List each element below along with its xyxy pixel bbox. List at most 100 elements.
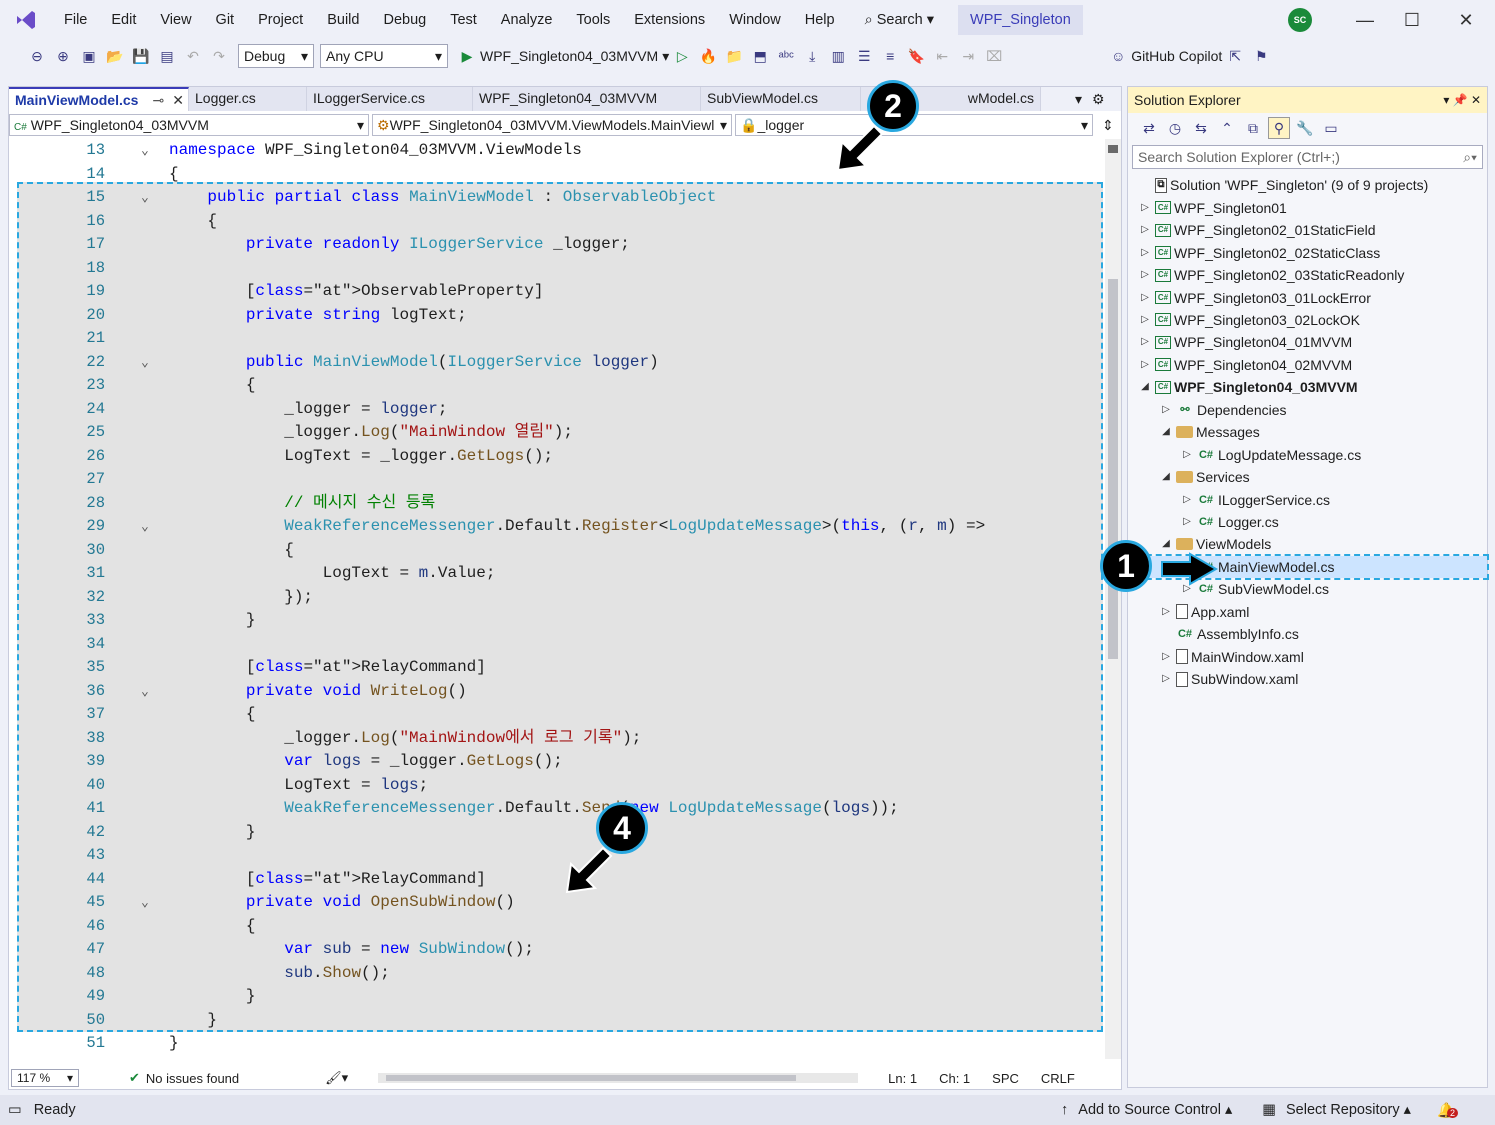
code-line[interactable]: 28 // 메시지 수신 등록 bbox=[9, 492, 1105, 516]
zoom-select[interactable]: 117 % ▾ bbox=[11, 1069, 79, 1087]
code-line[interactable]: 48 sub.Show(); bbox=[9, 962, 1105, 986]
settings-icon[interactable]: ⚙ bbox=[1092, 87, 1105, 111]
code-line[interactable]: 22 ⌄ public MainViewModel(ILoggerService … bbox=[9, 351, 1105, 375]
expand-arrow-icon[interactable]: ▷ bbox=[1180, 489, 1194, 511]
code-line[interactable]: 41 WeakReferenceMessenger.Default.Send(n… bbox=[9, 797, 1105, 821]
menu-item-edit[interactable]: Edit bbox=[99, 0, 148, 40]
tab-logger[interactable]: Logger.cs bbox=[189, 87, 307, 111]
code-line[interactable]: 29 ⌄ WeakReferenceMessenger.Default.Regis… bbox=[9, 515, 1105, 539]
select-repository-button[interactable]: Select Repository bbox=[1286, 1102, 1400, 1118]
code-line[interactable]: 20 private string logText; bbox=[9, 304, 1105, 328]
share-icon[interactable]: ⇱ bbox=[1224, 45, 1246, 67]
solution-tree-item[interactable]: ▷ SubWindow.xaml bbox=[1128, 668, 1487, 691]
project-dropdown[interactable]: C# WPF_Singleton04_03MVVM ▾ bbox=[9, 114, 369, 136]
fold-chevron-icon[interactable]: ⌄ bbox=[141, 351, 149, 375]
expand-arrow-icon[interactable]: ◢ bbox=[1159, 421, 1173, 443]
horizontal-scrollbar[interactable] bbox=[378, 1073, 859, 1083]
split-icon[interactable]: ⇕ bbox=[1102, 117, 1114, 134]
start-without-debug-icon[interactable]: ▷ bbox=[671, 45, 693, 67]
expand-arrow-icon[interactable]: ▷ bbox=[1138, 354, 1152, 376]
expand-arrow-icon[interactable]: ▷ bbox=[1180, 511, 1194, 533]
solution-tree-item[interactable]: ⧉ Solution 'WPF_Singleton' (9 of 9 projec… bbox=[1128, 174, 1487, 197]
code-line[interactable]: 31 LogText = m.Value; bbox=[9, 562, 1105, 586]
code-line[interactable]: 47 var sub = new SubWindow(); bbox=[9, 938, 1105, 962]
tab-subviewmodel[interactable]: SubViewModel.cs bbox=[701, 87, 861, 111]
configuration-select[interactable]: Debug ▾ bbox=[238, 44, 314, 68]
code-line[interactable]: 25 _logger.Log("MainWindow 열림"); bbox=[9, 421, 1105, 445]
sync-icon[interactable]: ⇄ bbox=[1138, 117, 1160, 139]
preview-icon[interactable]: ▭ bbox=[1320, 117, 1342, 139]
code-line[interactable]: 27 bbox=[9, 468, 1105, 492]
save-icon[interactable]: 💾 bbox=[130, 45, 152, 67]
close-button[interactable]: ✕ bbox=[1451, 6, 1481, 34]
hscroll-thumb[interactable] bbox=[386, 1075, 797, 1081]
code-line[interactable]: 40 LogText = logs; bbox=[9, 774, 1105, 798]
menu-item-build[interactable]: Build bbox=[315, 0, 371, 40]
expand-arrow-icon[interactable]: ▷ bbox=[1180, 444, 1194, 466]
code-line[interactable]: 13 ⌄ namespace WPF_Singleton04_03MVVM.View… bbox=[9, 139, 1105, 163]
open-folder-icon[interactable]: 📂 bbox=[104, 45, 126, 67]
save-all-icon[interactable]: ▤ bbox=[156, 45, 178, 67]
panel-options-icon[interactable]: ▾ 📌 ✕ bbox=[1443, 93, 1481, 107]
redo-icon[interactable]: ↷ bbox=[208, 45, 230, 67]
solution-name-badge[interactable]: WPF_Singleton bbox=[958, 5, 1083, 35]
code-line[interactable]: 45 ⌄ private void OpenSubWindow() bbox=[9, 891, 1105, 915]
menu-item-file[interactable]: File bbox=[52, 0, 99, 40]
expand-arrow-icon[interactable]: ▷ bbox=[1138, 309, 1152, 331]
code-line[interactable]: 18 bbox=[9, 257, 1105, 281]
code-editor[interactable]: 13 ⌄ namespace WPF_Singleton04_03MVVM.View… bbox=[9, 139, 1105, 1059]
history-icon[interactable]: ◷ bbox=[1164, 117, 1186, 139]
code-line[interactable]: 51} bbox=[9, 1032, 1105, 1056]
code-line[interactable]: 21 bbox=[9, 327, 1105, 351]
code-line[interactable]: 19 [class="at">ObservableProperty] bbox=[9, 280, 1105, 304]
chevron-down-icon[interactable]: ▾ bbox=[662, 48, 669, 65]
solution-tree-item[interactable]: C# AssemblyInfo.cs bbox=[1128, 623, 1487, 646]
platform-select[interactable]: Any CPU ▾ bbox=[320, 44, 448, 68]
solution-search-input[interactable]: Search Solution Explorer (Ctrl+;) ⌕▾ bbox=[1132, 145, 1483, 169]
code-line[interactable]: 17 private readonly ILoggerService _logg… bbox=[9, 233, 1105, 257]
tab-iloggerservice[interactable]: ILoggerService.cs bbox=[307, 87, 473, 111]
solution-tree-item[interactable]: ▷ C# WPF_Singleton04_02MVVM bbox=[1128, 354, 1487, 377]
menu-item-analyze[interactable]: Analyze bbox=[489, 0, 565, 40]
code-line[interactable]: 33 } bbox=[9, 609, 1105, 633]
columns-icon[interactable]: ▥ bbox=[827, 45, 849, 67]
menu-item-help[interactable]: Help bbox=[793, 0, 847, 40]
run-target-label[interactable]: WPF_Singleton04_03MVVM bbox=[480, 48, 658, 64]
solution-tree-item[interactable]: ▷ MainWindow.xaml bbox=[1128, 645, 1487, 668]
menu-item-extensions[interactable]: Extensions bbox=[622, 0, 717, 40]
expand-arrow-icon[interactable]: ▷ bbox=[1159, 668, 1173, 690]
whitespace-indicator[interactable]: SPC bbox=[992, 1071, 1019, 1086]
copy-icon[interactable]: ⧉ bbox=[1242, 117, 1264, 139]
expand-arrow-icon[interactable]: ▷ bbox=[1138, 264, 1152, 286]
copilot-label[interactable]: GitHub Copilot bbox=[1131, 48, 1222, 64]
tab-project[interactable]: WPF_Singleton04_03MVVM bbox=[473, 87, 701, 111]
expand-arrow-icon[interactable]: ▷ bbox=[1138, 219, 1152, 241]
code-line[interactable]: 30 { bbox=[9, 539, 1105, 563]
expand-arrow-icon[interactable]: ▷ bbox=[1159, 646, 1173, 668]
undo-icon[interactable]: ↶ bbox=[182, 45, 204, 67]
code-line[interactable]: 23 { bbox=[9, 374, 1105, 398]
tab-mainviewmodel[interactable]: MainViewModel.cs ⊸ ✕ bbox=[9, 87, 189, 111]
line-indicator[interactable]: Ln: 1 bbox=[888, 1071, 917, 1086]
code-line[interactable]: 34 bbox=[9, 633, 1105, 657]
uncomment-icon[interactable]: ≡ bbox=[879, 45, 901, 67]
solution-tree-item[interactable]: ▷ C# ILoggerService.cs bbox=[1128, 488, 1487, 511]
maximize-button[interactable]: ☐ bbox=[1397, 6, 1427, 34]
line-ending-indicator[interactable]: CRLF bbox=[1041, 1071, 1075, 1086]
expand-arrow-icon[interactable]: ▷ bbox=[1159, 399, 1173, 421]
code-line[interactable]: 35 [class="at">RelayCommand] bbox=[9, 656, 1105, 680]
solution-tree-item[interactable]: ▷ C# Logger.cs bbox=[1128, 511, 1487, 534]
code-line[interactable]: 44 [class="at">RelayCommand] bbox=[9, 868, 1105, 892]
code-line[interactable]: 46 { bbox=[9, 915, 1105, 939]
code-line[interactable]: 26 LogText = _logger.GetLogs(); bbox=[9, 445, 1105, 469]
expand-arrow-icon[interactable]: ▷ bbox=[1138, 197, 1152, 219]
next-bookmark-icon[interactable]: ⇥ bbox=[957, 45, 979, 67]
fold-chevron-icon[interactable]: ⌄ bbox=[141, 680, 149, 704]
prev-bookmark-icon[interactable]: ⇤ bbox=[931, 45, 953, 67]
solution-tree-item[interactable]: ▷ ⚯ Dependencies bbox=[1128, 399, 1487, 422]
char-indicator[interactable]: Ch: 1 bbox=[939, 1071, 970, 1086]
fold-chevron-icon[interactable]: ⌄ bbox=[141, 139, 149, 163]
code-line[interactable]: 38 _logger.Log("MainWindow에서 로그 기록"); bbox=[9, 727, 1105, 751]
solution-tree-item[interactable]: ▷ C# WPF_Singleton03_02LockOK bbox=[1128, 309, 1487, 332]
switch-view-icon[interactable]: ⇆ bbox=[1190, 117, 1212, 139]
